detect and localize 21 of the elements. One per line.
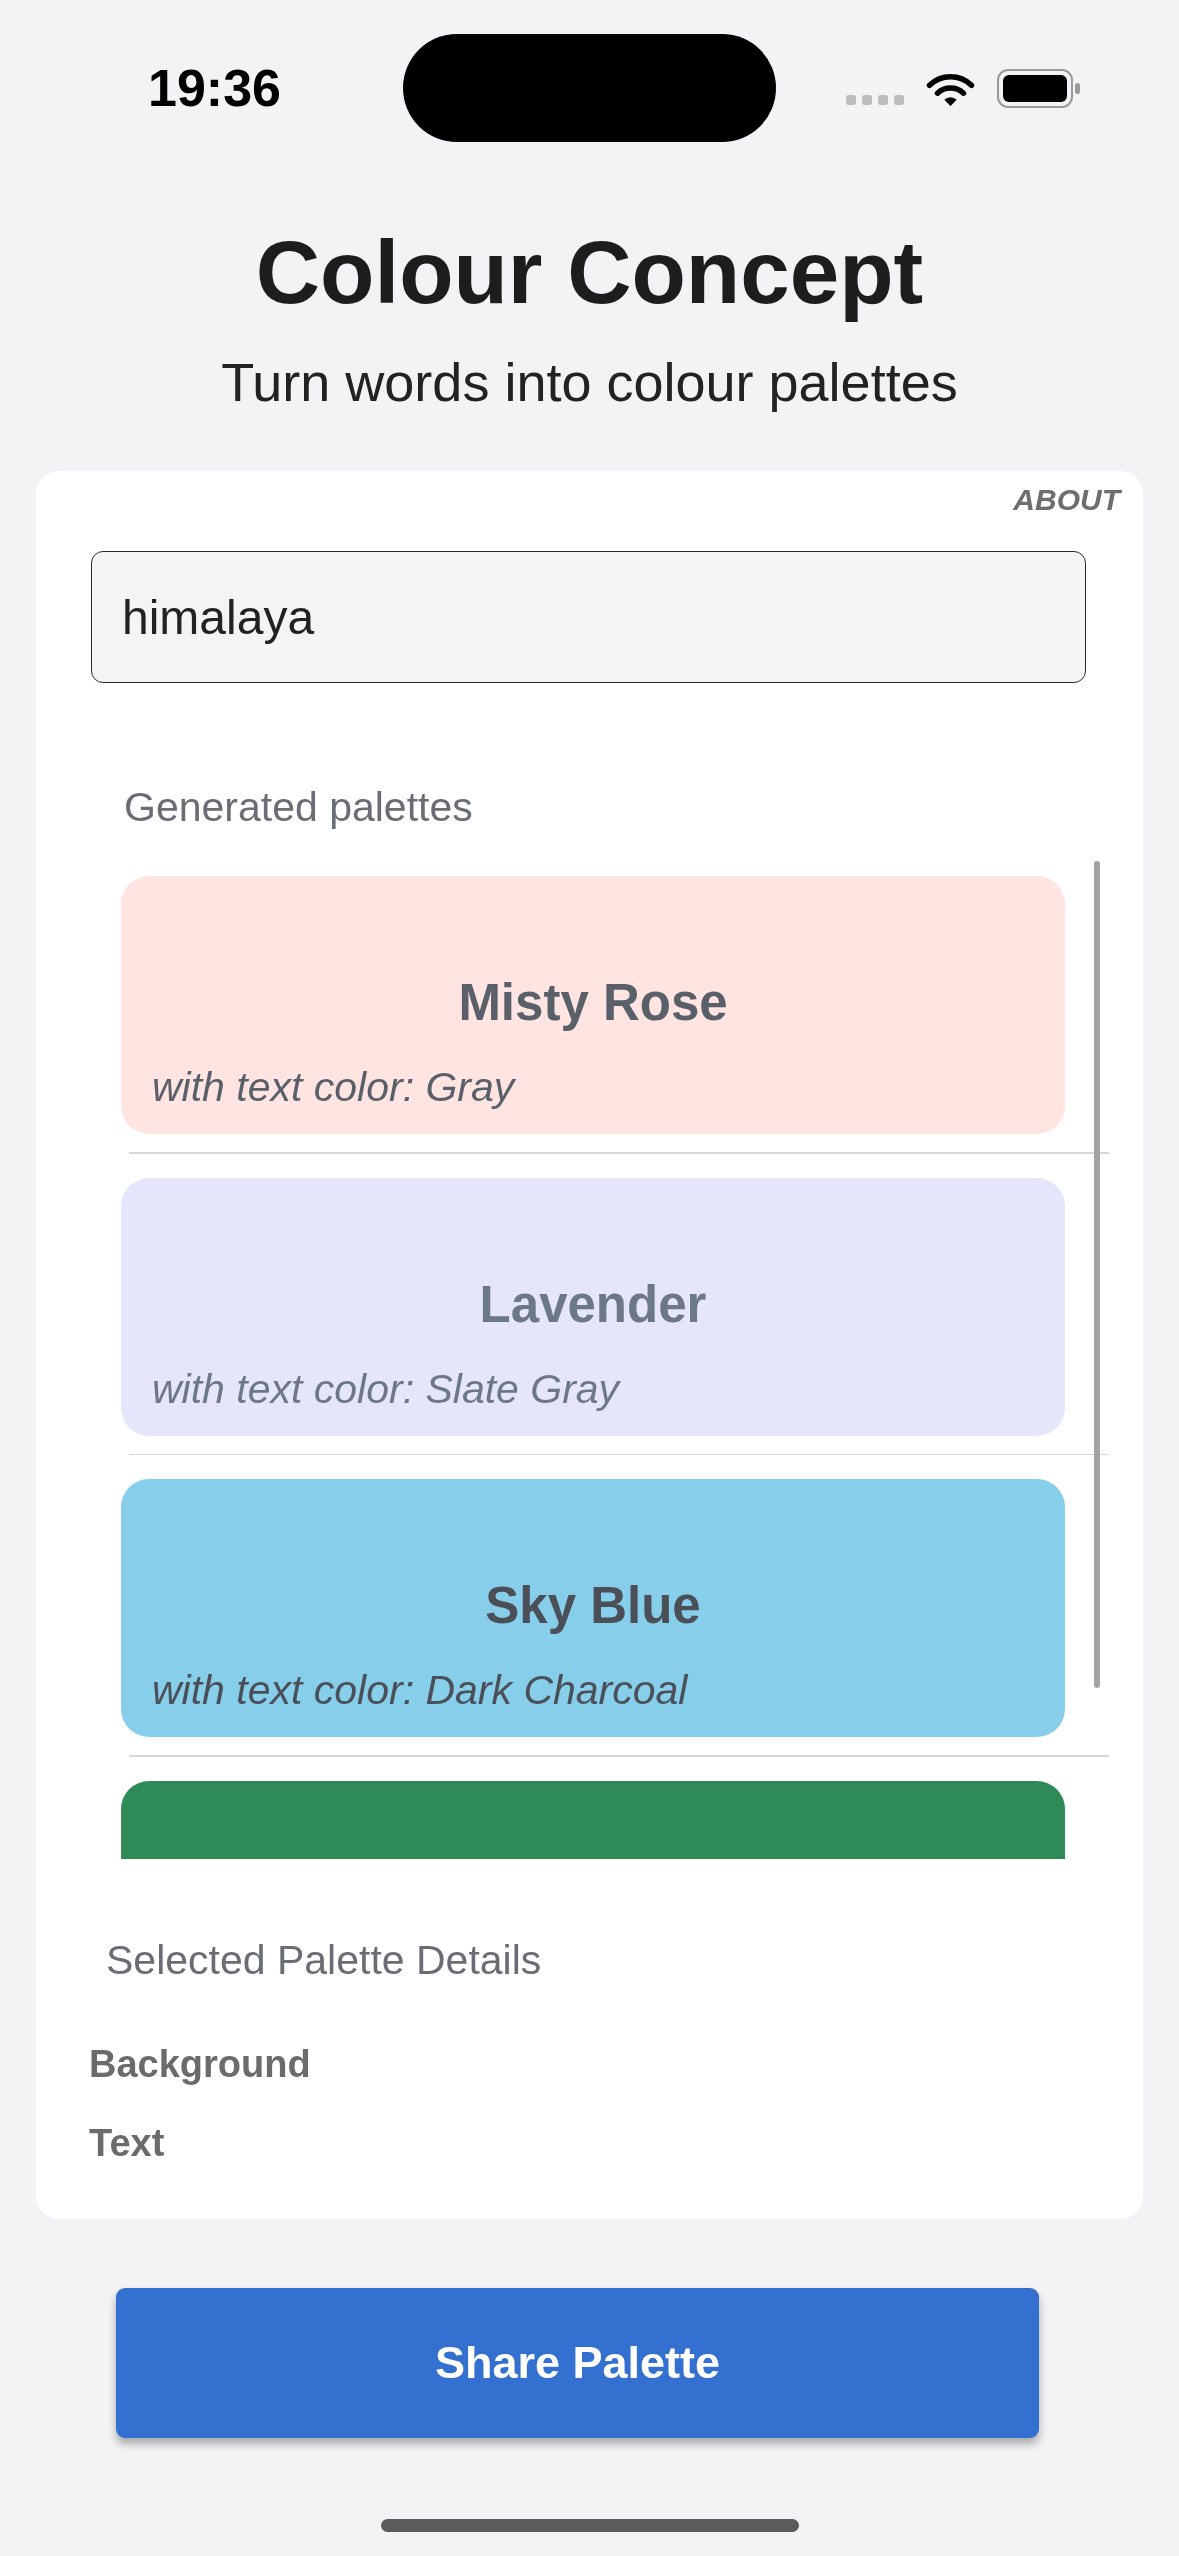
- palette-card[interactable]: Sky Blue with text color: Dark Charcoal: [121, 1479, 1065, 1737]
- section-heading: Generated palettes: [124, 784, 474, 830]
- palette-card[interactable]: Misty Rose with text color: Gray: [121, 876, 1065, 1134]
- palette-card[interactable]: Lavender with text color: Slate Gray: [121, 1177, 1065, 1436]
- section-heading: Selected Palette Details: [106, 1937, 543, 1983]
- palette-caption: with text color: Gray: [152, 1063, 517, 1111]
- detail-label: Text: [89, 2121, 166, 2165]
- status-time: 19:36: [148, 58, 281, 118]
- app-title: Colour Concept: [254, 222, 925, 323]
- about-link[interactable]: ABOUT: [1013, 483, 1120, 517]
- detail-label: Background: [89, 2042, 312, 2086]
- battery-icon: [997, 68, 1080, 108]
- palette-caption: with text color: Dark Charcoal: [152, 1666, 690, 1714]
- cellular-signal-icon: [846, 95, 904, 105]
- search-field[interactable]: himalaya: [91, 551, 1086, 683]
- palette-name: Sky Blue: [484, 1576, 702, 1636]
- app-subtitle: Turn words into colour palettes: [220, 351, 959, 413]
- palette-name: Misty Rose: [457, 973, 729, 1033]
- palette-caption: with text color: Slate Gray: [152, 1364, 622, 1413]
- share-button[interactable]: Share Palette: [116, 2288, 1039, 2438]
- palette-name: Lavender: [478, 1274, 708, 1335]
